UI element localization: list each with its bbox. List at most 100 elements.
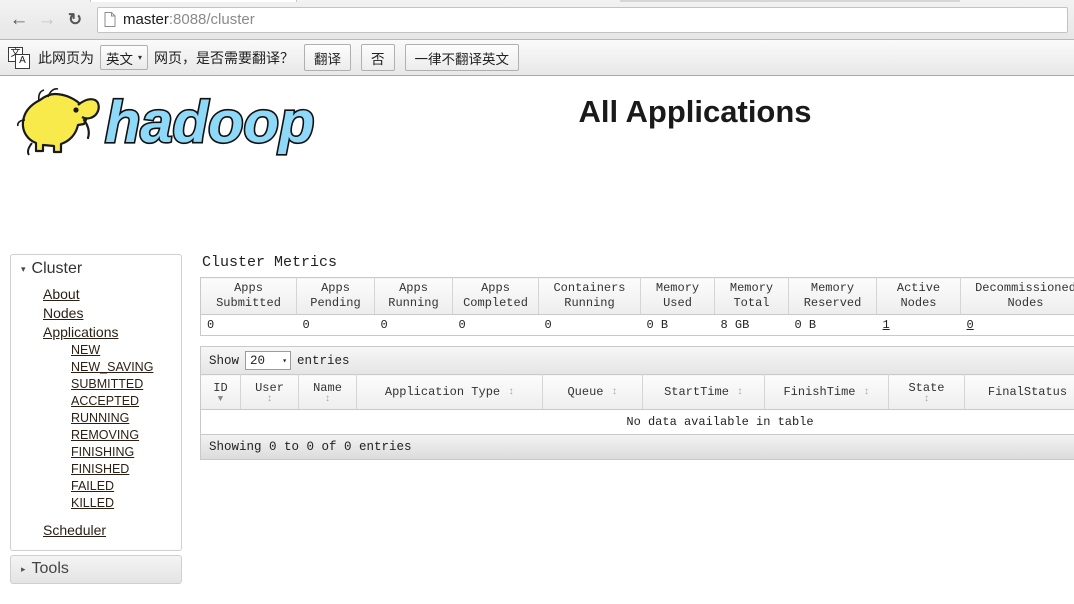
column-header-queue[interactable]: Queue ↕	[542, 374, 643, 410]
column-header-state-label: State	[908, 380, 945, 395]
hadoop-logo[interactable]: hadoop	[10, 80, 315, 158]
translate-icon-glyph-a: A	[15, 53, 30, 69]
tab-strip-active-tab[interactable]	[90, 0, 297, 2]
metrics-col-containers-running-line2: Running	[564, 296, 615, 310]
column-header-finalstatus[interactable]: FinalStatus ↕	[964, 374, 1074, 410]
sidebar-item-state-new[interactable]: NEW	[11, 342, 181, 359]
reload-icon[interactable]: ↻	[62, 7, 88, 33]
sidebar-section-tools-label: Tools	[31, 560, 69, 577]
metrics-value-active-nodes-cell: 1	[876, 314, 961, 336]
metrics-col-memory-used[interactable]: Memory Used	[640, 277, 715, 315]
entries-per-page-select[interactable]: 20 ▾	[245, 351, 292, 370]
triangle-right-icon: ▸	[21, 563, 26, 574]
metrics-col-apps-completed-line1: Apps	[481, 281, 510, 295]
column-header-application-type[interactable]: Application Type ↕	[356, 374, 543, 410]
metrics-col-memory-reserved[interactable]: Memory Reserved	[788, 277, 877, 315]
applications-table: ID ▼ User ↕ Name ↕ Application Type ↕ Qu…	[200, 374, 1074, 435]
cluster-nav-links: About Nodes Applications NEW NEW_SAVING …	[11, 283, 181, 550]
datatable-show-label: Show	[209, 353, 240, 368]
metrics-col-containers-running[interactable]: Containers Running	[538, 277, 641, 315]
column-header-name[interactable]: Name ↕	[298, 374, 357, 410]
table-row-empty: No data available in table	[200, 409, 1074, 435]
metrics-col-apps-completed[interactable]: Apps Completed	[452, 277, 539, 315]
translate-prompt-prefix: 此网页为	[38, 49, 94, 66]
cluster-metrics-table: Apps Submitted Apps Pending Apps Running…	[200, 277, 1074, 336]
metrics-value-containers-running: 0	[538, 314, 641, 336]
metrics-value-memory-reserved: 0 B	[788, 314, 877, 336]
metrics-col-active-nodes-line2: Nodes	[900, 296, 937, 310]
datatable-info: Showing 0 to 0 of 0 entries	[200, 435, 1074, 460]
cluster-metrics-title: Cluster Metrics	[202, 254, 338, 271]
metrics-col-active-nodes-line1: Active	[896, 281, 941, 295]
column-header-user[interactable]: User ↕	[240, 374, 299, 410]
translate-button[interactable]: 翻译	[304, 44, 352, 71]
metrics-col-apps-running[interactable]: Apps Running	[374, 277, 453, 315]
metrics-col-memory-reserved-line2: Reserved	[803, 296, 862, 310]
metrics-col-decommissioned-nodes-line1: Decommissioned	[975, 281, 1074, 295]
chevron-down-icon: ▾	[138, 53, 143, 62]
main-content: Cluster Metrics Apps Submitted Apps Pend…	[200, 254, 1074, 460]
metrics-value-decommissioned-nodes[interactable]: 0	[967, 318, 974, 332]
metrics-col-decommissioned-nodes[interactable]: Decommissioned Nodes	[960, 277, 1074, 315]
sidebar-section-cluster[interactable]: ▾ Cluster	[11, 255, 181, 283]
triangle-down-icon: ▾	[21, 263, 26, 274]
column-header-state[interactable]: State ↕	[888, 374, 965, 410]
sidebar-item-nodes[interactable]: Nodes	[11, 304, 181, 323]
sort-none-icon: ↕	[508, 386, 515, 398]
page-content: hadoop All Applications ▾ Cluster About …	[0, 76, 1074, 603]
metrics-col-apps-pending[interactable]: Apps Pending	[296, 277, 375, 315]
metrics-col-decommissioned-nodes-line2: Nodes	[1007, 296, 1044, 310]
sidebar-item-state-finished[interactable]: FINISHED	[11, 461, 181, 478]
sidebar-item-state-removing[interactable]: REMOVING	[11, 427, 181, 444]
metrics-value-active-nodes[interactable]: 1	[883, 318, 890, 332]
forward-arrow-icon[interactable]: →	[34, 7, 60, 33]
metrics-col-apps-pending-line2: Pending	[310, 296, 361, 310]
url-path: :8088/cluster	[168, 11, 255, 28]
sidebar-item-state-finishing[interactable]: FINISHING	[11, 444, 181, 461]
metrics-col-apps-running-line2: Running	[388, 296, 439, 310]
sidebar-item-state-failed[interactable]: FAILED	[11, 478, 181, 495]
metrics-col-memory-total[interactable]: Memory Total	[714, 277, 789, 315]
sidebar-item-state-submitted[interactable]: SUBMITTED	[11, 376, 181, 393]
column-header-application-type-label: Application Type	[384, 385, 501, 399]
sidebar-item-applications[interactable]: Applications	[11, 323, 181, 342]
sidebar-item-state-running[interactable]: RUNNING	[11, 410, 181, 427]
sidebar-item-scheduler[interactable]: Scheduler	[11, 521, 181, 540]
back-arrow-icon[interactable]: ←	[6, 7, 32, 33]
column-header-finalstatus-label: FinalStatus	[987, 385, 1068, 399]
sidebar: ▾ Cluster About Nodes Applications NEW N…	[10, 254, 182, 584]
address-bar[interactable]: master:8088/cluster	[97, 6, 1068, 33]
never-translate-button[interactable]: 一律不翻译英文	[404, 44, 520, 71]
sidebar-section-tools[interactable]: ▸ Tools	[10, 555, 182, 584]
document-icon	[104, 12, 116, 27]
column-header-starttime[interactable]: StartTime ↕	[642, 374, 765, 410]
column-header-id-label: ID	[213, 380, 228, 395]
column-header-starttime-label: StartTime	[664, 385, 729, 399]
metrics-col-apps-running-line1: Apps	[399, 281, 428, 295]
column-header-queue-label: Queue	[567, 385, 604, 399]
sidebar-item-about[interactable]: About	[11, 285, 181, 304]
metrics-col-active-nodes[interactable]: Active Nodes	[876, 277, 961, 315]
tab-strip-background	[620, 0, 960, 2]
column-header-user-label: User	[255, 380, 284, 395]
translate-icon: 文 A	[8, 46, 30, 69]
metrics-col-apps-submitted[interactable]: Apps Submitted	[200, 277, 297, 315]
metrics-col-apps-completed-line2: Completed	[463, 296, 528, 310]
column-header-finishtime[interactable]: FinishTime ↕	[764, 374, 889, 410]
sort-none-icon: ↕	[324, 393, 331, 405]
column-header-id[interactable]: ID ▼	[200, 374, 241, 410]
metrics-value-row: 0 0 0 0 0 0 B 8 GB 0 B 1 0	[200, 314, 1074, 336]
metrics-col-apps-pending-line1: Apps	[321, 281, 350, 295]
column-header-finishtime-label: FinishTime	[783, 385, 856, 399]
sidebar-item-state-accepted[interactable]: ACCEPTED	[11, 393, 181, 410]
metrics-value-apps-completed: 0	[452, 314, 539, 336]
sidebar-item-state-killed[interactable]: KILLED	[11, 495, 181, 512]
browser-chrome: ← → ↻ master:8088/cluster 文 A 此网页为 英文 ▾ …	[0, 0, 1074, 76]
sidebar-item-state-new-saving[interactable]: NEW_SAVING	[11, 359, 181, 376]
hadoop-wordmark: hadoop	[105, 90, 314, 155]
metrics-value-decommissioned-nodes-cell: 0	[960, 314, 1074, 336]
source-language-dropdown[interactable]: 英文 ▾	[100, 45, 149, 70]
decline-translate-button[interactable]: 否	[361, 44, 395, 71]
chevron-down-icon: ▾	[282, 356, 288, 366]
